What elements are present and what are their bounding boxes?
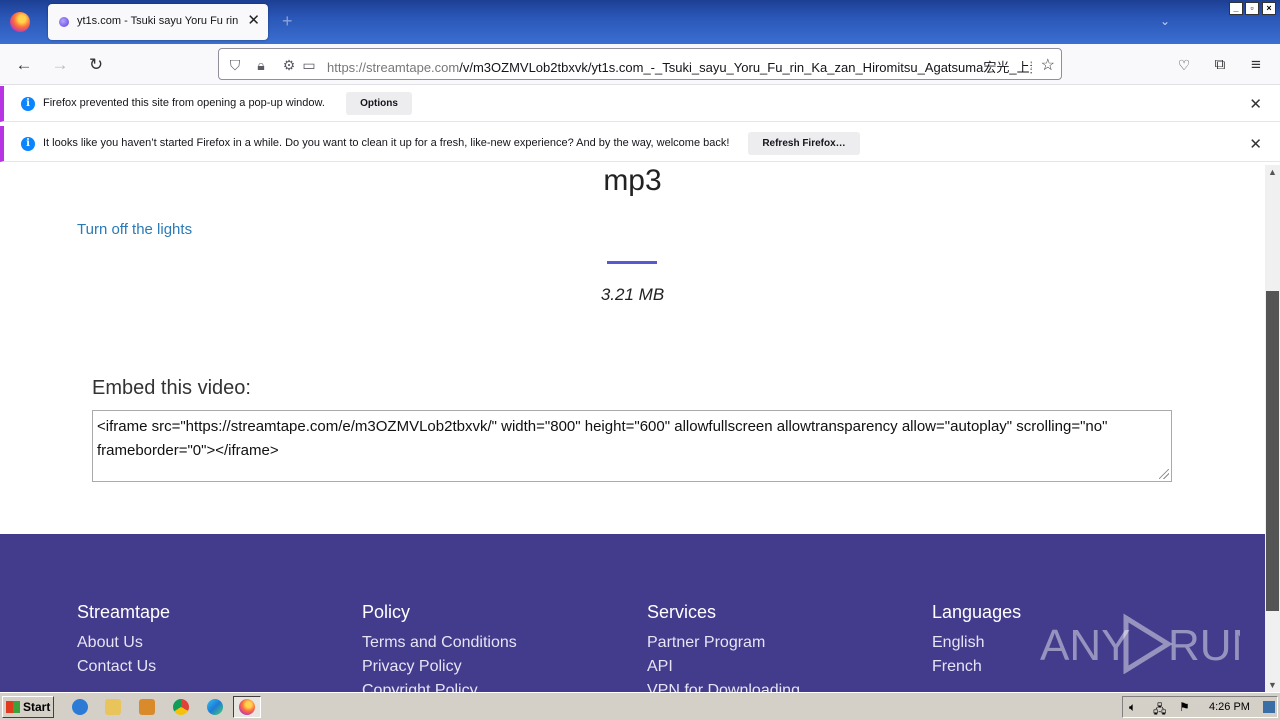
embed-code-textarea[interactable]: <iframe src="https://streamtape.com/e/m3… [92, 410, 1172, 482]
reload-button[interactable]: ↻ [85, 54, 107, 76]
footer-link-french[interactable]: French [932, 658, 1021, 676]
refresh-firefox-button[interactable]: Refresh Firefox… [748, 132, 860, 155]
info-icon: i [21, 137, 35, 151]
windows-logo-icon [6, 701, 20, 713]
firefox-icon [239, 699, 255, 715]
url-text[interactable]: https://streamtape.com/v/m3OZMVLob2tbxvk… [327, 57, 1032, 76]
vertical-scrollbar[interactable]: ▲ ▼ [1265, 165, 1280, 692]
watermark-run: RUN [1168, 621, 1240, 670]
info-icon: i [21, 97, 35, 111]
close-icon[interactable]: ✕ [1249, 135, 1262, 153]
nav-toolbar: ← → ↻ ⛉ 🔒︎ ⚙ ▭ https://streamtape.com/v/… [0, 44, 1280, 85]
footer-link-privacy[interactable]: Privacy Policy [362, 658, 517, 676]
footer-heading: Services [647, 602, 717, 622]
new-tab-button[interactable]: + [282, 11, 293, 32]
embed-heading: Embed this video: [92, 377, 251, 399]
footer-link-about-us[interactable]: About Us [77, 634, 170, 652]
screen: yt1s.com - Tsuki sayu Yoru Fu rin K ✕ + … [0, 0, 1280, 720]
url-bar[interactable]: ⛉ 🔒︎ ⚙ ▭ https://streamtape.com/v/m3OZMV… [218, 48, 1062, 80]
footer-link-english[interactable]: English [932, 634, 1021, 652]
file-size: 3.21 MB [600, 285, 665, 304]
site-footer: Streamtape About Us Contact Us Policy Te… [0, 534, 1265, 692]
watermark-any: ANY [1040, 621, 1130, 670]
back-button[interactable]: ← [13, 54, 35, 76]
firefox-taskbar-button[interactable] [233, 696, 261, 718]
minimize-window-button[interactable]: _ [1229, 2, 1243, 15]
footer-heading: Policy [362, 602, 411, 622]
footer-column-streamtape: Streamtape About Us Contact Us [77, 602, 170, 682]
url-path: /v/m3OZMVLob2tbxvk/yt1s.com_-_Tsuki_sayu… [459, 60, 1032, 75]
divider [607, 261, 657, 264]
popup-blocked-notification: i Firefox prevented this site from openi… [0, 86, 1280, 122]
footer-link-api[interactable]: API [647, 658, 800, 676]
bookmark-star-icon[interactable]: ☆ [1041, 55, 1055, 75]
close-icon[interactable]: ✕ [1249, 95, 1262, 113]
scrollbar-thumb[interactable] [1266, 291, 1279, 611]
restore-window-button[interactable]: ▫ [1245, 2, 1259, 15]
chrome-icon[interactable] [173, 699, 189, 715]
firefox-logo-icon[interactable] [10, 12, 30, 32]
scroll-down-icon[interactable]: ▼ [1265, 680, 1280, 690]
menu-icon[interactable]: ≡ [1245, 54, 1267, 76]
resize-grip-icon[interactable] [1159, 469, 1169, 479]
page-icon: ▭ [302, 57, 316, 73]
forward-button[interactable]: → [49, 54, 71, 76]
footer-column-languages: Languages English French [932, 602, 1021, 682]
footer-link-copyright[interactable]: Copyright Policy [362, 682, 517, 692]
close-window-button[interactable]: × [1262, 2, 1276, 15]
flag-icon[interactable]: ⚑ [1179, 700, 1190, 714]
footer-column-services: Services Partner Program API VPN for Dow… [647, 602, 800, 692]
show-desktop-icon[interactable] [1263, 701, 1275, 713]
page-content: mp3 Turn off the lights 3.21 MB Embed th… [0, 165, 1265, 692]
list-all-tabs-icon[interactable]: ⌄ [1160, 14, 1170, 28]
network-icon[interactable]: 🖧 [1153, 700, 1166, 720]
embed-code-text: <iframe src="https://streamtape.com/e/m3… [97, 418, 1108, 459]
watermark-play-glyph [1123, 613, 1173, 674]
footer-heading: Streamtape [77, 602, 171, 622]
internet-explorer-icon[interactable] [72, 699, 88, 715]
tab-strip: yt1s.com - Tsuki sayu Yoru Fu rin K ✕ + … [0, 0, 1280, 44]
anyrun-watermark-icon: ANY RUN [1040, 613, 1240, 674]
footer-column-policy: Policy Terms and Conditions Privacy Poli… [362, 602, 517, 692]
edge-icon[interactable] [207, 699, 223, 715]
footer-heading: Languages [932, 602, 1022, 622]
url-domain: https://streamtape.com [327, 60, 460, 75]
system-tray: 🔈︎ 🖧 ⚑ 4:26 PM [1122, 696, 1278, 718]
turn-off-lights-link[interactable]: Turn off the lights [77, 221, 192, 238]
media-player-icon[interactable] [139, 699, 155, 715]
notification-message: Firefox prevented this site from opening… [43, 97, 325, 109]
clock: 4:26 PM [1209, 701, 1250, 713]
extensions-icon[interactable]: ⧉ [1209, 54, 1231, 76]
permissions-icon[interactable]: ⚙ [279, 55, 299, 75]
options-button[interactable]: Options [346, 92, 412, 115]
scroll-up-icon[interactable]: ▲ [1265, 167, 1280, 177]
format-title: mp3 [603, 165, 662, 197]
footer-link-contact-us[interactable]: Contact Us [77, 658, 170, 676]
refresh-firefox-notification: i It looks like you haven’t started Fire… [0, 126, 1280, 162]
start-button[interactable]: Start [2, 696, 54, 718]
tab-title: yt1s.com - Tsuki sayu Yoru Fu rin K [77, 15, 242, 27]
footer-link-vpn[interactable]: VPN for Downloading [647, 682, 800, 692]
tab-close-icon[interactable]: ✕ [247, 12, 260, 30]
start-label: Start [23, 700, 51, 714]
tracking-shield-icon[interactable]: ⛉ [225, 55, 245, 75]
notification-message: It looks like you haven’t started Firefo… [43, 137, 730, 149]
footer-link-terms[interactable]: Terms and Conditions [362, 634, 517, 652]
windows-taskbar: Start 🔈︎ 🖧 ⚑ 4:26 PM [0, 692, 1280, 720]
footer-link-partner-program[interactable]: Partner Program [647, 634, 800, 652]
volume-icon[interactable]: 🔈︎ [1129, 700, 1136, 715]
file-explorer-icon[interactable] [105, 699, 121, 715]
pocket-icon[interactable]: ♡ [1173, 54, 1195, 76]
tab-active[interactable]: yt1s.com - Tsuki sayu Yoru Fu rin K ✕ [48, 4, 268, 40]
tab-favicon-icon [59, 17, 69, 27]
lock-icon[interactable]: 🔒︎ [251, 55, 271, 75]
